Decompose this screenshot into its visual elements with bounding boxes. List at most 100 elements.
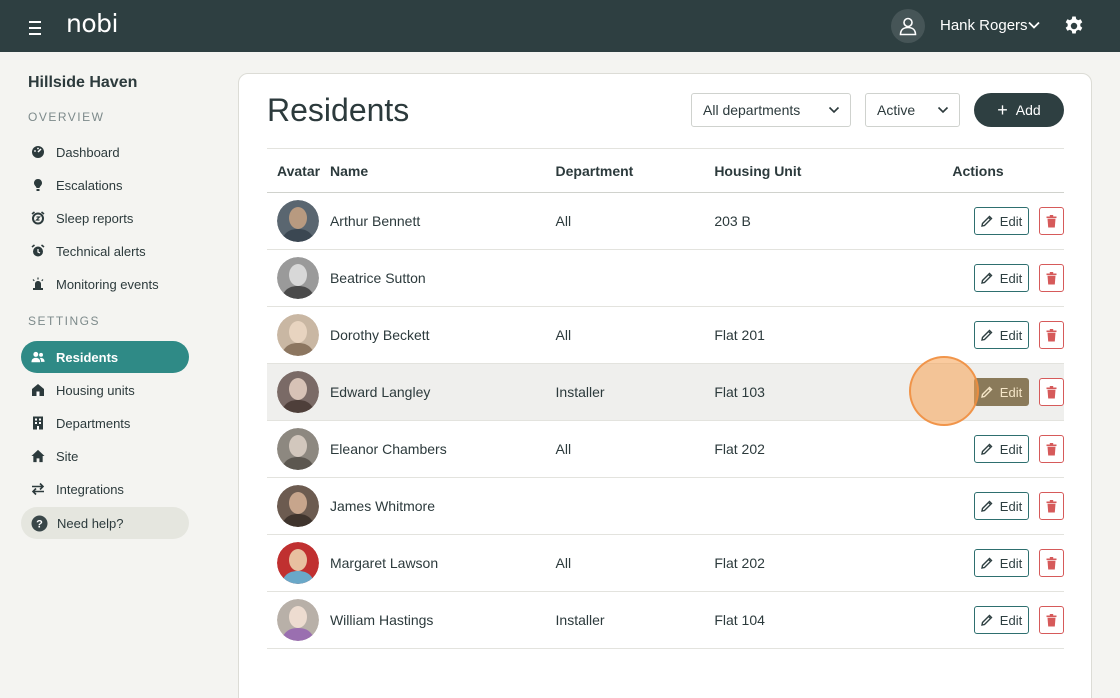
delete-button[interactable] bbox=[1039, 321, 1064, 349]
delete-button[interactable] bbox=[1039, 549, 1064, 577]
sidebar-item-escalations[interactable]: Escalations bbox=[21, 169, 189, 201]
trash-icon bbox=[1046, 499, 1057, 512]
delete-button[interactable] bbox=[1039, 606, 1064, 634]
sidebar-item-label: Monitoring events bbox=[56, 276, 159, 292]
sidebar-item-label: Escalations bbox=[56, 177, 123, 193]
sidebar-item-site[interactable]: Site bbox=[21, 440, 189, 472]
escalations-icon bbox=[31, 178, 45, 192]
trash-icon bbox=[1046, 385, 1057, 398]
housing-units-icon bbox=[31, 383, 45, 397]
delete-button[interactable] bbox=[1039, 207, 1064, 235]
row-actions: Edit bbox=[892, 264, 1064, 292]
table-row: Arthur Bennett All 203 B Edit bbox=[267, 193, 1064, 250]
pencil-icon bbox=[980, 215, 993, 227]
delete-button[interactable] bbox=[1039, 378, 1064, 406]
sidebar-item-housing-units[interactable]: Housing units bbox=[21, 374, 189, 406]
resident-department: Installer bbox=[555, 384, 605, 400]
page-title: Residents bbox=[267, 92, 410, 128]
pencil-icon bbox=[980, 557, 993, 569]
user-avatar-icon[interactable] bbox=[891, 9, 925, 43]
status-filter-select[interactable]: Active bbox=[865, 93, 960, 127]
column-header-department: Department bbox=[555, 162, 634, 179]
department-filter-value: All departments bbox=[703, 102, 801, 118]
integrations-icon bbox=[31, 482, 45, 496]
sidebar-item-integrations[interactable]: Integrations bbox=[21, 473, 189, 505]
edit-label: Edit bbox=[999, 327, 1023, 343]
pencil-icon bbox=[980, 272, 993, 284]
sidebar-item-residents[interactable]: Residents bbox=[21, 341, 189, 373]
dashboard-icon bbox=[31, 145, 45, 159]
add-resident-button[interactable]: + Add bbox=[974, 93, 1064, 127]
site-name: Hillside Haven bbox=[28, 74, 138, 91]
hamburger-menu-icon[interactable] bbox=[27, 17, 47, 35]
row-actions: Edit bbox=[892, 378, 1064, 406]
sidebar-item-monitoring-events[interactable]: Monitoring events bbox=[21, 268, 189, 300]
edit-button[interactable]: Edit bbox=[974, 549, 1029, 577]
edit-button[interactable]: Edit bbox=[974, 264, 1029, 292]
table-row: James Whitmore Edit bbox=[267, 478, 1064, 535]
edit-label: Edit bbox=[999, 270, 1023, 286]
delete-button[interactable] bbox=[1039, 264, 1064, 292]
resident-name: Edward Langley bbox=[329, 384, 431, 400]
svg-text:?: ? bbox=[36, 518, 43, 530]
edit-button[interactable]: Edit bbox=[974, 378, 1029, 406]
table-row: Eleanor Chambers All Flat 202 Edit bbox=[267, 421, 1064, 478]
trash-icon bbox=[1046, 613, 1057, 626]
edit-button[interactable]: Edit bbox=[974, 321, 1029, 349]
delete-button[interactable] bbox=[1039, 435, 1064, 463]
edit-button[interactable]: Edit bbox=[974, 492, 1029, 520]
trash-icon bbox=[1046, 328, 1057, 341]
sidebar: Hillside Haven OVERVIEW Dashboard Escala… bbox=[0, 52, 228, 698]
chevron-down-icon bbox=[937, 106, 949, 114]
pencil-icon bbox=[980, 443, 993, 455]
sidebar-item-sleep-reports[interactable]: Sleep reports bbox=[21, 202, 189, 234]
edit-button[interactable]: Edit bbox=[974, 207, 1029, 235]
resident-housing-unit: Flat 104 bbox=[714, 612, 765, 628]
row-actions: Edit bbox=[892, 207, 1064, 235]
edit-label: Edit bbox=[999, 498, 1023, 514]
sidebar-item-departments[interactable]: Departments bbox=[21, 407, 189, 439]
residents-icon bbox=[31, 350, 45, 364]
nobi-logo[interactable]: nobi bbox=[66, 9, 118, 38]
resident-name: William Hastings bbox=[329, 612, 434, 628]
resident-department bbox=[556, 250, 715, 307]
pencil-icon bbox=[980, 386, 993, 398]
residents-card: Residents All departments Active + Add A… bbox=[238, 73, 1092, 698]
sidebar-item-technical-alerts[interactable]: Technical alerts bbox=[21, 235, 189, 267]
need-help-button[interactable]: ? Need help? bbox=[21, 507, 189, 539]
resident-name: Arthur Bennett bbox=[329, 213, 421, 229]
overview-section-label: OVERVIEW bbox=[28, 110, 105, 124]
table-header-row: Avatar Name Department Housing Unit Acti… bbox=[267, 148, 1064, 193]
edit-button[interactable]: Edit bbox=[974, 435, 1029, 463]
resident-department: All bbox=[555, 213, 572, 229]
edit-label: Edit bbox=[999, 555, 1023, 571]
sidebar-item-label: Integrations bbox=[56, 481, 124, 497]
resident-avatar bbox=[277, 428, 319, 470]
sidebar-item-label: Site bbox=[56, 448, 79, 464]
gear-icon[interactable] bbox=[1063, 15, 1085, 37]
table-row: Beatrice Sutton Edit bbox=[267, 250, 1064, 307]
department-filter-select[interactable]: All departments bbox=[691, 93, 851, 127]
resident-housing-unit bbox=[714, 478, 892, 535]
sidebar-item-label: Dashboard bbox=[56, 144, 120, 160]
resident-housing-unit: Flat 202 bbox=[714, 441, 765, 457]
edit-button[interactable]: Edit bbox=[974, 606, 1029, 634]
sidebar-item-dashboard[interactable]: Dashboard bbox=[21, 136, 189, 168]
row-actions: Edit bbox=[892, 492, 1064, 520]
chevron-down-icon[interactable] bbox=[1027, 18, 1041, 32]
row-actions: Edit bbox=[892, 435, 1064, 463]
row-actions: Edit bbox=[892, 549, 1064, 577]
sidebar-item-label: Sleep reports bbox=[56, 210, 134, 226]
resident-avatar bbox=[277, 542, 319, 584]
sidebar-item-label: Residents bbox=[56, 349, 119, 365]
resident-avatar bbox=[277, 314, 319, 356]
resident-housing-unit: Flat 202 bbox=[714, 555, 765, 571]
user-name[interactable]: Hank Rogers bbox=[940, 17, 1028, 34]
need-help-label: Need help? bbox=[57, 515, 124, 531]
resident-name: Margaret Lawson bbox=[329, 555, 439, 571]
column-header-name: Name bbox=[329, 162, 369, 179]
column-header-housing-unit: Housing Unit bbox=[714, 162, 802, 179]
delete-button[interactable] bbox=[1039, 492, 1064, 520]
trash-icon bbox=[1046, 442, 1057, 455]
sidebar-item-label: Housing units bbox=[56, 382, 135, 398]
